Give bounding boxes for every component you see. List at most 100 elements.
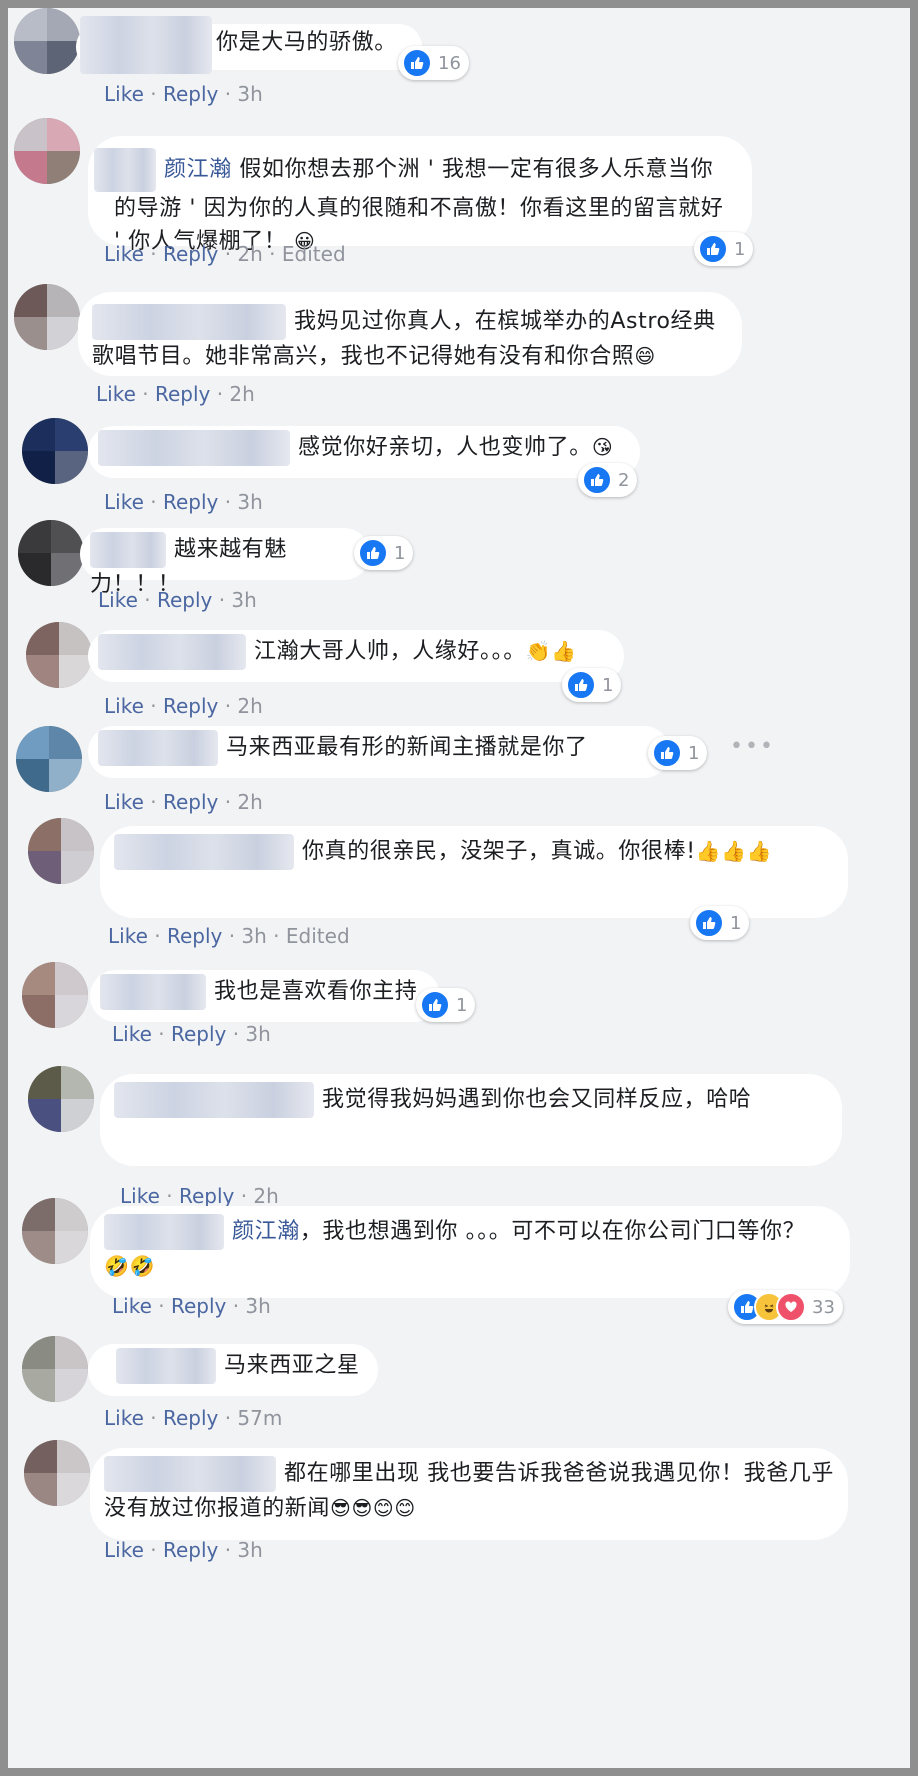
reply-link[interactable]: Reply <box>157 588 212 612</box>
reaction-summary[interactable]: 1 <box>690 906 750 940</box>
comment-bubble: 你真的很亲民，没架子，真诚。你很棒!👍👍👍 <box>100 826 848 918</box>
comment-bubble: 越来越有魅力！！！ <box>80 528 370 597</box>
comment-actions: Like · Reply · 3h <box>104 1538 263 1562</box>
like-link[interactable]: Like <box>104 1538 144 1562</box>
like-link[interactable]: Like <box>104 82 144 106</box>
reply-link[interactable]: Reply <box>163 490 218 514</box>
reply-link[interactable]: Reply <box>171 1294 226 1318</box>
avatar[interactable] <box>24 1440 90 1506</box>
comment-bubble: 江瀚大哥人帅，人缘好。。。👏👍 <box>88 630 624 682</box>
reaction-summary[interactable]: 16 <box>398 46 469 80</box>
commenter-name[interactable] <box>98 634 246 670</box>
like-link[interactable]: Like <box>104 1406 144 1430</box>
reply-link[interactable]: Reply <box>179 1184 234 1208</box>
commenter-name[interactable] <box>94 148 156 192</box>
like-link[interactable]: Like <box>108 924 148 948</box>
timestamp[interactable]: 57m <box>237 1406 282 1430</box>
reaction-summary[interactable]: 1 <box>694 232 754 266</box>
avatar[interactable] <box>16 726 82 792</box>
comment-actions: Like · Reply · 3h · Edited <box>108 924 350 948</box>
avatar[interactable] <box>22 418 88 484</box>
reaction-summary[interactable]: 1 <box>416 988 476 1022</box>
reaction-summary[interactable]: 1 <box>354 536 414 570</box>
timestamp[interactable]: 2h <box>237 694 262 718</box>
timestamp[interactable]: 3h <box>237 82 262 106</box>
mention[interactable]: 颜江瀚 <box>232 1219 300 1244</box>
like-link[interactable]: Like <box>112 1294 152 1318</box>
commenter-name[interactable] <box>114 834 294 870</box>
timestamp[interactable]: 2h <box>229 382 254 406</box>
timestamp[interactable]: 3h <box>237 1538 262 1562</box>
mention[interactable]: 颜江瀚 <box>164 157 232 182</box>
edited-label[interactable]: Edited <box>282 242 346 266</box>
reply-link[interactable]: Reply <box>163 790 218 814</box>
like-link[interactable]: Like <box>104 790 144 814</box>
avatar[interactable] <box>14 118 80 184</box>
timestamp[interactable]: 3h <box>241 924 266 948</box>
reply-link[interactable]: Reply <box>163 694 218 718</box>
avatar[interactable] <box>22 1198 88 1264</box>
reply-link[interactable]: Reply <box>171 1022 226 1046</box>
commenter-name[interactable] <box>98 430 290 466</box>
commenter-name[interactable] <box>104 1214 224 1250</box>
comment-bubble: 你是大马的骄傲。 <box>76 16 422 74</box>
edited-label[interactable]: Edited <box>286 924 350 948</box>
commenter-name[interactable] <box>104 1456 276 1492</box>
reaction-summary[interactable]: 1 <box>648 736 708 770</box>
timestamp[interactable]: 3h <box>231 588 256 612</box>
commenter-name[interactable] <box>80 16 212 74</box>
more-options-icon[interactable]: ••• <box>730 734 775 759</box>
reply-link[interactable]: Reply <box>163 1538 218 1562</box>
reply-link[interactable]: Reply <box>163 242 218 266</box>
comment-text: 你真的很亲民，没架子，真诚。你很棒! <box>302 839 696 864</box>
comment-bubble: 都在哪里出现 我也要告诉我爸爸说我遇见你！我爸几乎没有放过你报道的新闻😎😎😊😊 <box>90 1448 848 1540</box>
reaction-count: 2 <box>618 469 630 491</box>
avatar[interactable] <box>22 1336 88 1402</box>
avatar[interactable] <box>28 1066 94 1132</box>
comment-text: 你是大马的骄傲。 <box>216 30 397 55</box>
reaction-summary[interactable]: 2 <box>578 463 638 497</box>
comment-actions: Like · Reply · 3h <box>98 588 257 612</box>
like-link[interactable]: Like <box>104 490 144 514</box>
like-link[interactable]: Like <box>104 242 144 266</box>
avatar[interactable] <box>28 818 94 884</box>
comment-actions: Like · Reply · 2h <box>104 694 263 718</box>
timestamp[interactable]: 2h <box>253 1184 278 1208</box>
like-link[interactable]: Like <box>104 694 144 718</box>
thumbs-up-icon <box>698 234 728 264</box>
comment-bubble: 颜江瀚，我也想遇到你 。。。可不可以在你公司门口等你？ 🤣🤣 <box>90 1206 850 1298</box>
sunglasses-face-icon: 😎😎😊😊 <box>330 1496 416 1520</box>
reply-link[interactable]: Reply <box>155 382 210 406</box>
commenter-name[interactable] <box>114 1082 314 1118</box>
avatar[interactable] <box>18 520 84 586</box>
avatar[interactable] <box>14 8 80 74</box>
comment-text: ，我也想遇到你 。。。可不可以在你公司门口等你？ <box>299 1219 806 1244</box>
timestamp[interactable]: 3h <box>245 1022 270 1046</box>
thumbs-up-icon <box>582 465 612 495</box>
timestamp[interactable]: 2h <box>237 790 262 814</box>
reaction-summary[interactable]: 33 <box>728 1290 843 1324</box>
timestamp[interactable]: 3h <box>245 1294 270 1318</box>
reply-link[interactable]: Reply <box>163 1406 218 1430</box>
commenter-name[interactable] <box>100 974 206 1010</box>
reaction-summary[interactable]: 1 <box>562 668 622 702</box>
like-link[interactable]: Like <box>98 588 138 612</box>
reply-link[interactable]: Reply <box>163 82 218 106</box>
like-link[interactable]: Like <box>112 1022 152 1046</box>
reaction-count: 1 <box>394 542 406 564</box>
reply-link[interactable]: Reply <box>167 924 222 948</box>
comment-actions: Like · Reply · 2h <box>120 1184 279 1208</box>
avatar[interactable] <box>22 962 88 1028</box>
timestamp[interactable]: 2h <box>237 242 262 266</box>
commenter-name[interactable] <box>92 304 286 340</box>
commenter-name[interactable] <box>90 532 166 568</box>
commenter-name[interactable] <box>98 730 218 766</box>
commenter-name[interactable] <box>116 1348 216 1384</box>
like-link[interactable]: Like <box>96 382 136 406</box>
avatar[interactable] <box>26 622 92 688</box>
timestamp[interactable]: 3h <box>237 490 262 514</box>
avatar[interactable] <box>14 284 80 350</box>
like-link[interactable]: Like <box>120 1184 160 1208</box>
heart-icon <box>776 1292 806 1322</box>
comment-bubble: 感觉你好亲切，人也变帅了。😘 <box>88 426 640 478</box>
